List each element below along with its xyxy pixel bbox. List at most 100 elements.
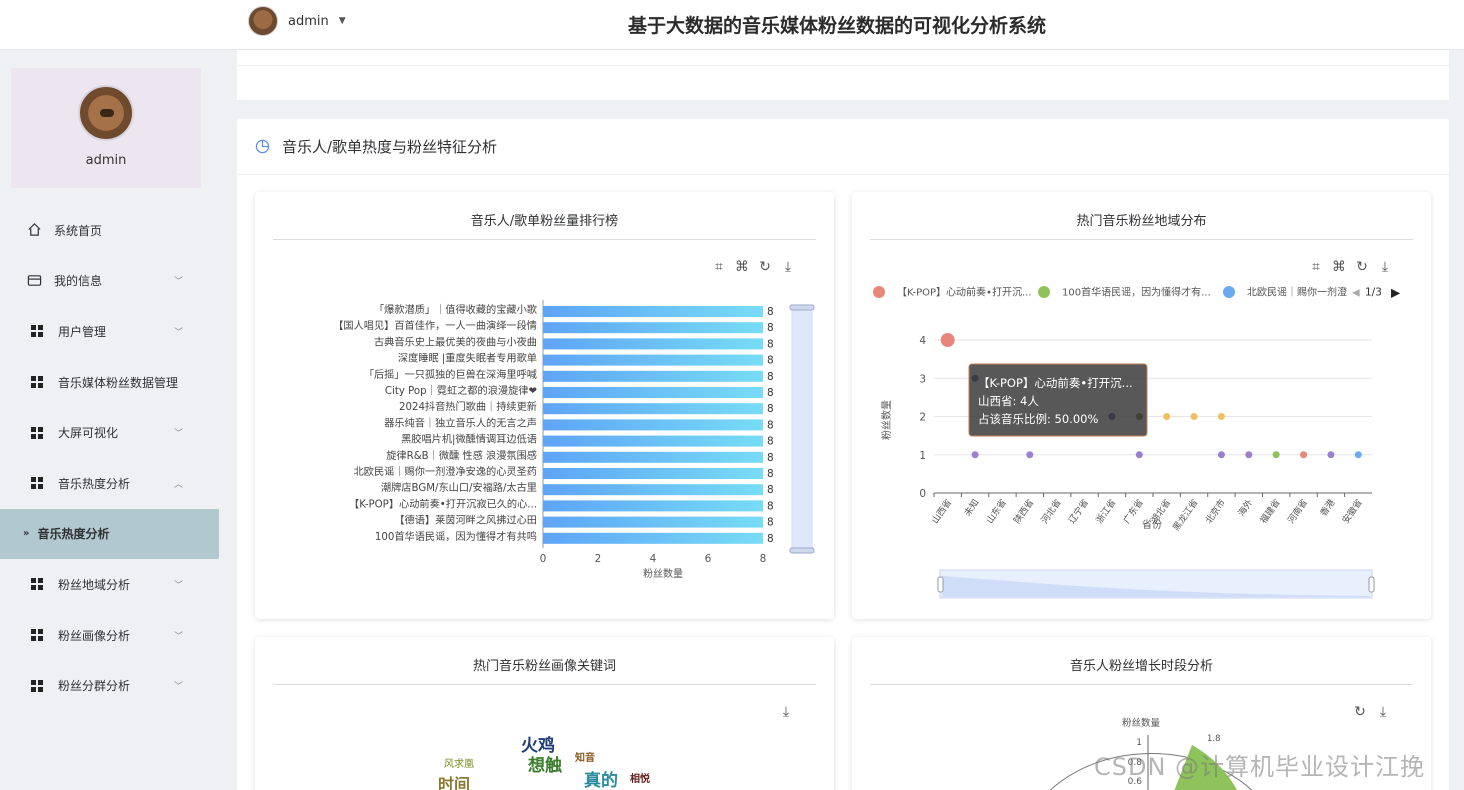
scatter-point [1327, 451, 1335, 459]
bar-value-label: 8 [767, 387, 774, 399]
sidebar-item-fan-region[interactable]: 粉丝地域分析 ﹀ [0, 559, 219, 610]
bar [543, 435, 763, 447]
top-card [237, 50, 1449, 100]
bar [543, 484, 763, 496]
sidebar-item-label: 我的信息 [54, 274, 103, 289]
y-axis-title: 粉丝数量 [880, 400, 893, 440]
x-tick-label: 安徽省 [1339, 497, 1364, 526]
sidebar-subitem-music-heat[interactable]: » 音乐热度分析 [0, 508, 219, 560]
bar [543, 468, 763, 479]
bar-category-label: 【K-POP】心动前奏•打开沉寂已久的心... [349, 497, 537, 510]
region-chart: 【K-POP】心动前奏•打开沉... 100首华语民谣，因为懂得才有... 北欧民谣… [873, 286, 1401, 599]
bar-category-label: 100首华语民谣，因为懂得才有共鸣 [375, 530, 537, 543]
sidebar-item-label: 音乐媒体粉丝数据管理 [58, 375, 179, 390]
bar [543, 516, 763, 528]
bar [543, 532, 763, 544]
home-icon [27, 222, 43, 238]
chevron-down-icon: ﹀ [173, 429, 183, 440]
bar-category-label: City Pop｜霓虹之都的浪漫旋律❤ [385, 384, 537, 397]
x-tick-label: 福建省 [1257, 497, 1282, 526]
x-axis-title: 粉丝数量 [643, 567, 683, 580]
bar [543, 387, 763, 398]
legend-page-label: 1/3 [1365, 287, 1382, 299]
tooltip: 【K-POP】心动前奏•打开沉... 山西省: 4人占该音乐比例: 50.00% [968, 363, 1148, 437]
word-cloud: 火鸡想触 风求凰 知音真的 时间 相悦 [438, 735, 650, 790]
x-tick-label: 4 [650, 553, 657, 565]
scatter-point [1135, 451, 1143, 459]
word-cloud-word: 风求凰 [444, 758, 474, 770]
scatter-point [1163, 413, 1171, 420]
page-title: 基于大数据的音乐媒体粉丝数据的可视化分析系统 [627, 15, 1046, 37]
sidebar-item-fan-data-management[interactable]: 音乐媒体粉丝数据管理 [0, 357, 219, 408]
datazoom-handle [937, 576, 944, 593]
divider [237, 65, 1449, 66]
bar [543, 403, 763, 415]
sidebar-item-fan-portrait[interactable]: 粉丝画像分析 ﹀ [0, 610, 219, 661]
word-cloud-word: 想触 [528, 755, 562, 776]
x-tick-label: 浙江省 [1093, 497, 1118, 526]
x-tick-label: 未知 [961, 497, 981, 519]
ranking-chart: 「爆款潜质」｜值得收藏的宝藏小歌 8 【国人唱见】百首佳作，一人一曲演绎一段情 8 古典… [333, 300, 815, 580]
bar-category-label: 北欧民谣｜赐你一剂澄净安逸的心灵圣药 [354, 465, 537, 478]
tooltip-title: 【K-POP】心动前奏•打开沉... [978, 376, 1133, 390]
bar-value-label: 8 [767, 452, 774, 464]
bar-value-label: 8 [767, 468, 774, 480]
scatter-point [1026, 451, 1034, 459]
bar-value-label: 8 [767, 533, 774, 545]
legend-marker [1038, 286, 1050, 298]
datazoom-handle [789, 547, 815, 554]
x-axis-title: 省份 [1142, 518, 1162, 531]
bar-value-label: 8 [767, 500, 774, 512]
bar [543, 306, 763, 317]
chevron-down-icon: ﹀ [173, 580, 183, 591]
sidebar-item-fan-clustering[interactable]: 粉丝分群分析 ﹀ [0, 660, 219, 711]
legend-marker [1223, 286, 1235, 298]
x-tick-label: 黑龙江省 [1170, 497, 1200, 533]
x-tick-label: 海外 [1235, 497, 1255, 519]
sidebar-item-label: 用户管理 [58, 324, 107, 339]
bar-category-label: 潮牌店BGM/东山口/安福路/太古里 [381, 481, 537, 494]
bar-value-label: 8 [767, 419, 774, 431]
word-cloud-word: 真的 [584, 770, 618, 790]
grid-icon [31, 325, 43, 338]
grid-icon [31, 679, 43, 692]
pie-chart-icon [255, 139, 270, 154]
scatter-point [1190, 413, 1198, 420]
keywords-card: 热门音乐粉丝画像关键词 ⤓ 火鸡 想触 风求凰 知音 真的 时间 相悦 [255, 637, 834, 790]
x-tick-label: 0 [540, 553, 547, 565]
sidebar-item-label: 粉丝分群分析 [58, 679, 131, 694]
ranking-card: 音乐人/歌单粉丝量排行榜 ⌗ ⌘ ↻ ⤓ 「爆款潜质」｜值得收藏的宝藏小歌 8 【国… [255, 192, 834, 619]
datazoom-handle [1368, 576, 1375, 593]
bar-category-label: 【国人唱见】百首佳作，一人一曲演绎一段情 [333, 319, 537, 332]
sidebar-item-label: 粉丝地域分析 [58, 577, 131, 592]
x-tick-label: 8 [760, 553, 767, 565]
sidebar-item-my-info[interactable]: 我的信息 ﹀ [0, 256, 219, 307]
sidebar-item-label: 系统首页 [54, 223, 103, 238]
x-tick-label: 河北省 [1038, 497, 1063, 526]
bar-value-label: 8 [767, 306, 774, 318]
legend-label: 北欧民谣｜赐你一剂澄 [1247, 286, 1347, 299]
y-tick-label: 3 [919, 373, 926, 385]
scatter-point [1217, 413, 1225, 420]
bar [543, 322, 763, 334]
sidebar-item-user-management[interactable]: 用户管理 ﹀ [0, 306, 219, 357]
bar [543, 419, 763, 431]
bar-category-label: 深度睡眠 |重度失眠者专用歌单 [398, 352, 537, 365]
y-tick-label: 1 [919, 450, 926, 462]
word-cloud-word: 时间 [438, 775, 470, 790]
sidebar-item-music-heat[interactable]: 音乐热度分析 ︿ [0, 458, 219, 509]
grid-icon [31, 578, 43, 591]
legend-marker [873, 286, 885, 298]
y-tick-label: 4 [919, 335, 926, 347]
polar-label: 1.8 [1207, 734, 1221, 744]
sidebar-item-big-screen[interactable]: 大屏可视化 ﹀ [0, 407, 219, 458]
bar-value-label: 8 [767, 517, 774, 529]
scatter-point [1245, 451, 1253, 459]
bar-category-label: 【德语】莱茵河畔之风拂过心田 [394, 514, 537, 527]
sidebar-item-home[interactable]: 系统首页 [0, 205, 219, 256]
scatter-point [1354, 451, 1362, 459]
avatar[interactable] [78, 85, 134, 141]
bar-category-label: 器乐纯音｜独立音乐人的无言之声 [384, 416, 537, 429]
bar-category-label: 黑胶唱片机|微醺情调耳边低语 [401, 433, 537, 446]
legend-label: 100首华语民谣，因为懂得才有... [1062, 286, 1211, 299]
